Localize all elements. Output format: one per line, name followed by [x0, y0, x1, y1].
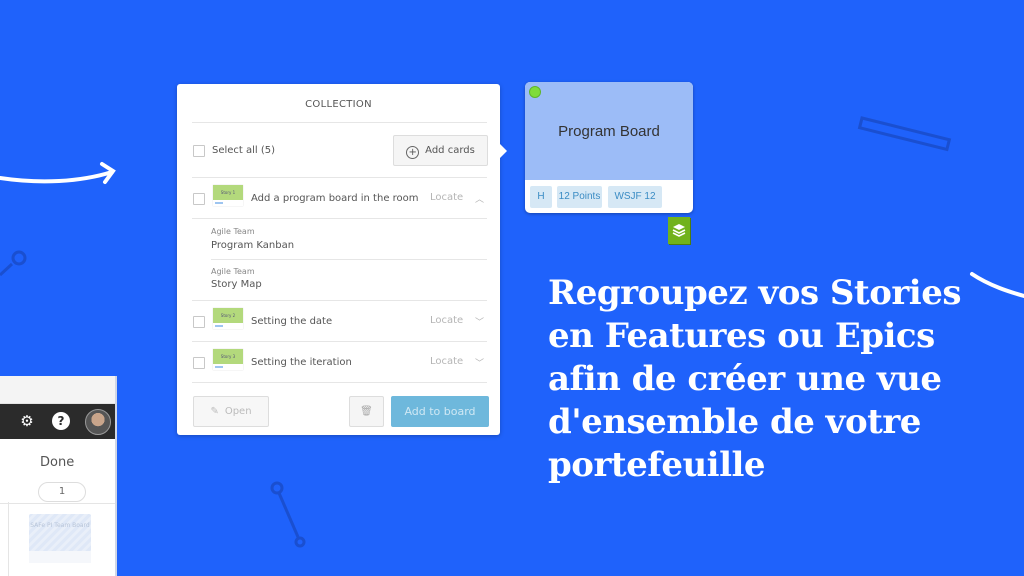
item-title: Setting the date — [251, 316, 333, 327]
delete-button[interactable]: 🗑 — [349, 396, 384, 427]
board-app-window: ⚙ ? Done 1 SAFe PI Team Board — [0, 376, 115, 576]
app-toolbar — [0, 376, 115, 404]
tag-wsjf: WSJF 12 — [608, 186, 662, 208]
card-thumbnail: Story 1 — [213, 185, 243, 206]
card-thumbnail: Story 3 — [213, 349, 243, 370]
headline-line: afin de créer une vue — [548, 359, 942, 399]
mini-card-footer — [29, 551, 91, 563]
headline-line: d'ensemble de votre — [548, 402, 921, 442]
chevron-down-icon[interactable]: ﹀ — [475, 315, 484, 328]
column-header: Done 1 — [0, 439, 115, 504]
stack-badge[interactable] — [668, 217, 690, 244]
add-cards-button[interactable]: + Add cards — [393, 135, 488, 166]
card-title: Program Board — [558, 123, 660, 140]
card-thumbnail: Story 2 — [213, 308, 243, 329]
tag-points: 12 Points — [557, 186, 602, 208]
status-dot — [529, 86, 541, 98]
item-checkbox[interactable] — [193, 193, 205, 205]
add-cards-label: Add cards — [425, 145, 475, 156]
item-title: Add a program board in the room — [251, 193, 419, 204]
chevron-down-icon[interactable]: ﹀ — [475, 356, 484, 369]
chevron-up-icon[interactable]: ︿ — [475, 192, 484, 205]
open-label: Open — [224, 406, 252, 417]
help-icon[interactable]: ? — [52, 412, 70, 430]
mini-card-title: SAFe PI Team Board — [30, 522, 90, 529]
layers-icon — [672, 224, 686, 237]
locate-link[interactable]: Locate — [430, 192, 463, 203]
child-label: Agile Team — [211, 267, 255, 276]
column-count: 1 — [38, 482, 86, 502]
divider — [192, 341, 487, 342]
window-edge — [115, 376, 117, 576]
open-button[interactable]: ✎ Open — [193, 396, 269, 427]
divider — [192, 300, 487, 301]
item-checkbox[interactable] — [193, 316, 205, 328]
locate-link[interactable]: Locate — [430, 315, 463, 326]
headline-line: Regroupez vos Stories — [548, 273, 961, 313]
program-board-card[interactable]: Program Board H 12 Points WSJF 12 — [525, 82, 693, 213]
item-title: Setting the iteration — [251, 357, 352, 368]
child-value[interactable]: Story Map — [211, 279, 262, 290]
thumbnail-label: Story 3 — [213, 349, 243, 364]
column-title: Done — [40, 455, 75, 470]
avatar[interactable] — [85, 409, 111, 435]
child-label: Agile Team — [211, 227, 255, 236]
select-all-checkbox[interactable] — [193, 145, 205, 157]
add-to-board-button[interactable]: Add to board — [391, 396, 489, 427]
app-header-bar: ⚙ ? — [0, 404, 115, 439]
divider — [192, 177, 487, 178]
divider — [192, 122, 487, 123]
headline-line: en Features ou Epics — [548, 316, 935, 356]
divider — [192, 382, 487, 383]
plus-circle-icon: + — [406, 146, 420, 159]
divider — [211, 259, 487, 260]
headline-line: portefeuille — [548, 445, 766, 485]
locate-link[interactable]: Locate — [430, 356, 463, 367]
panel-title: COLLECTION — [305, 99, 372, 110]
rect-doodle — [857, 116, 952, 152]
item-checkbox[interactable] — [193, 357, 205, 369]
thumbnail-label: Story 1 — [213, 185, 243, 200]
tag-priority: H — [530, 186, 552, 208]
trash-icon: 🗑 — [360, 406, 373, 417]
pencil-icon: ✎ — [210, 406, 219, 417]
gear-icon[interactable]: ⚙ — [18, 412, 36, 430]
collection-panel: COLLECTION Select all (5) + Add cards Sto… — [177, 84, 507, 435]
divider — [192, 218, 487, 219]
arrow-doodle — [0, 170, 114, 184]
headline: Regroupez vos Stories en Features ou Epi… — [548, 272, 988, 487]
thumbnail-label: Story 2 — [213, 308, 243, 323]
child-value[interactable]: Program Kanban — [211, 240, 294, 251]
select-all-label: Select all (5) — [212, 145, 276, 156]
lane-divider — [8, 502, 9, 576]
